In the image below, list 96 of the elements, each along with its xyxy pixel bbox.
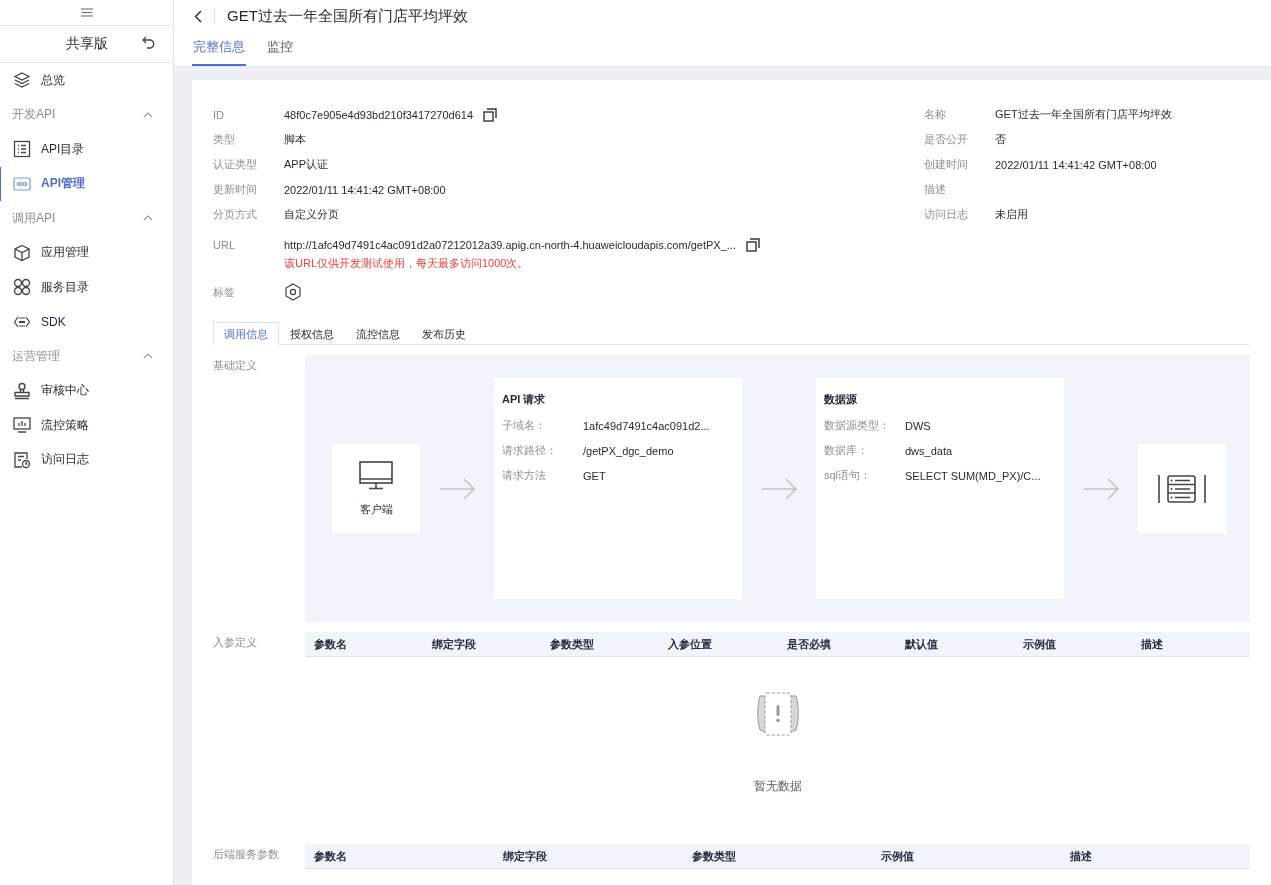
arrow-icon xyxy=(1084,476,1120,501)
column-header: 示例值 xyxy=(880,848,915,864)
card-title: 数据源 xyxy=(824,392,858,407)
field-label: 描述 xyxy=(924,182,947,197)
field-label: 分页方式 xyxy=(213,207,258,222)
section-label: 入参定义 xyxy=(213,635,258,650)
field-value: 脚本 xyxy=(284,132,306,147)
field-value: 48f0c7e905e4d93bd210f3417270d614 xyxy=(284,108,474,121)
column-header: 绑定字段 xyxy=(431,636,478,652)
tab[interactable]: 发布历史 xyxy=(411,322,477,345)
column-header: 参数类型 xyxy=(691,848,737,864)
url-warning: 该URL仅供开发测试使用，每天最多访问1000次。 xyxy=(284,256,530,271)
field-value: GET xyxy=(583,469,606,482)
field-value: GET过去一年全国所有门店平均坪效 xyxy=(995,107,1172,122)
monitor-icon xyxy=(359,460,393,490)
field-label: sql语句： xyxy=(824,468,873,483)
tab[interactable]: 流控信息 xyxy=(345,322,411,345)
tab[interactable]: 授权信息 xyxy=(279,322,345,345)
field-value: 2022/01/11 14:41:42 GMT+08:00 xyxy=(995,158,1157,171)
field-label: 数据源类型： xyxy=(824,418,891,433)
monitor-icon xyxy=(13,416,31,435)
card-title: API 请求 xyxy=(502,392,547,407)
arrow-icon xyxy=(762,476,798,501)
field-label: 标签 xyxy=(213,284,236,300)
nav-group-header[interactable]: 开发API xyxy=(0,97,173,132)
empty-text: 暂无数据 xyxy=(753,778,802,795)
undo-icon[interactable] xyxy=(142,36,157,49)
tab[interactable]: 完整信息 xyxy=(192,32,246,66)
chevron-icon xyxy=(143,111,153,118)
field-value: SELECT SUM(MD_PX)/C... xyxy=(905,469,1041,482)
column-header: 参数名 xyxy=(313,848,348,864)
column-header: 描述 xyxy=(1069,848,1093,864)
nav-item[interactable]: 服务目录 xyxy=(0,270,173,305)
field-label: 是否公开 xyxy=(924,132,969,147)
column-header: 是否必填 xyxy=(785,636,832,652)
nav-item[interactable]: API目录 xyxy=(0,132,173,167)
layers-icon xyxy=(13,71,31,90)
column-header: 示例值 xyxy=(1021,636,1057,652)
field-value: /getPX_dgc_demo xyxy=(583,444,674,457)
field-label: 认证类型 xyxy=(213,157,258,172)
node-label: 客户端 xyxy=(359,501,393,517)
column-header: 描述 xyxy=(1139,636,1164,652)
column-header: 参数名 xyxy=(313,636,348,652)
field-label: 子域名： xyxy=(502,418,547,433)
chevron-icon xyxy=(143,215,153,222)
field-label: 名称 xyxy=(924,107,947,122)
menu-icon[interactable] xyxy=(80,8,93,17)
nav-item[interactable]: 审核中心 xyxy=(0,373,173,408)
field-label: 访问日志 xyxy=(924,207,969,222)
stamp-icon xyxy=(13,381,31,400)
server-icon xyxy=(1158,474,1206,503)
column-header: 默认值 xyxy=(903,636,939,652)
field-label: 请求方法 xyxy=(502,468,547,483)
field-value: 未启用 xyxy=(995,207,1028,222)
field-label: 数据库： xyxy=(824,443,869,458)
copy-icon[interactable] xyxy=(483,107,498,122)
nav-item[interactable]: 访问日志 xyxy=(0,442,173,477)
field-value: 2022/01/11 14:41:42 GMT+08:00 xyxy=(284,183,446,196)
list-icon xyxy=(13,140,31,159)
edition-title: 共享版 xyxy=(65,35,108,53)
nav-item[interactable]: 总览 xyxy=(0,63,173,98)
nav-item[interactable]: 应用管理 xyxy=(0,235,173,270)
tab[interactable]: 监控 xyxy=(266,32,294,66)
nav-group-header[interactable]: 运营管理 xyxy=(0,339,173,374)
link-icon xyxy=(13,174,31,193)
copy-icon[interactable] xyxy=(745,238,760,252)
nav-item[interactable]: 流控策略 xyxy=(0,408,173,443)
nav-item[interactable]: SDK xyxy=(0,304,173,339)
chevron-icon xyxy=(143,353,153,360)
nav-group-header[interactable]: 调用API xyxy=(0,201,173,236)
field-value: 1afc49d7491c4ac091d2... xyxy=(583,419,710,432)
column-header: 入参位置 xyxy=(667,636,714,652)
column-header: 参数类型 xyxy=(549,636,596,652)
field-label: 创建时间 xyxy=(924,157,969,172)
field-value: 否 xyxy=(995,132,1006,147)
section-label: 基础定义 xyxy=(213,358,258,373)
arrow-icon xyxy=(440,476,476,501)
settings-icon[interactable] xyxy=(284,283,302,301)
cube-icon xyxy=(13,243,31,262)
field-label: 更新时间 xyxy=(213,182,258,197)
field-label: URL xyxy=(213,238,236,253)
field-value: DWS xyxy=(905,419,931,432)
field-value: APP认证 xyxy=(284,157,328,172)
circles-icon xyxy=(13,278,31,297)
url-value: http://1afc49d7491c4ac091d2a07212012a39.apig.cn-north-4.huaweicloudapis.com/getPX_... xyxy=(284,239,736,251)
field-label: 请求路径： xyxy=(502,443,558,458)
tab[interactable]: 调用信息 xyxy=(213,322,279,345)
section-label: 后端服务参数 xyxy=(213,847,280,862)
field-label: 类型 xyxy=(213,132,236,147)
field-label: ID xyxy=(213,108,225,121)
page-title: GET过去一年全国所有门店平均坪效 xyxy=(227,6,468,26)
field-value: dws_data xyxy=(905,444,953,457)
back-icon[interactable] xyxy=(194,9,202,23)
column-header: 绑定字段 xyxy=(502,848,548,864)
field-value: 自定义分页 xyxy=(284,207,339,222)
document-clock-icon xyxy=(13,450,31,469)
